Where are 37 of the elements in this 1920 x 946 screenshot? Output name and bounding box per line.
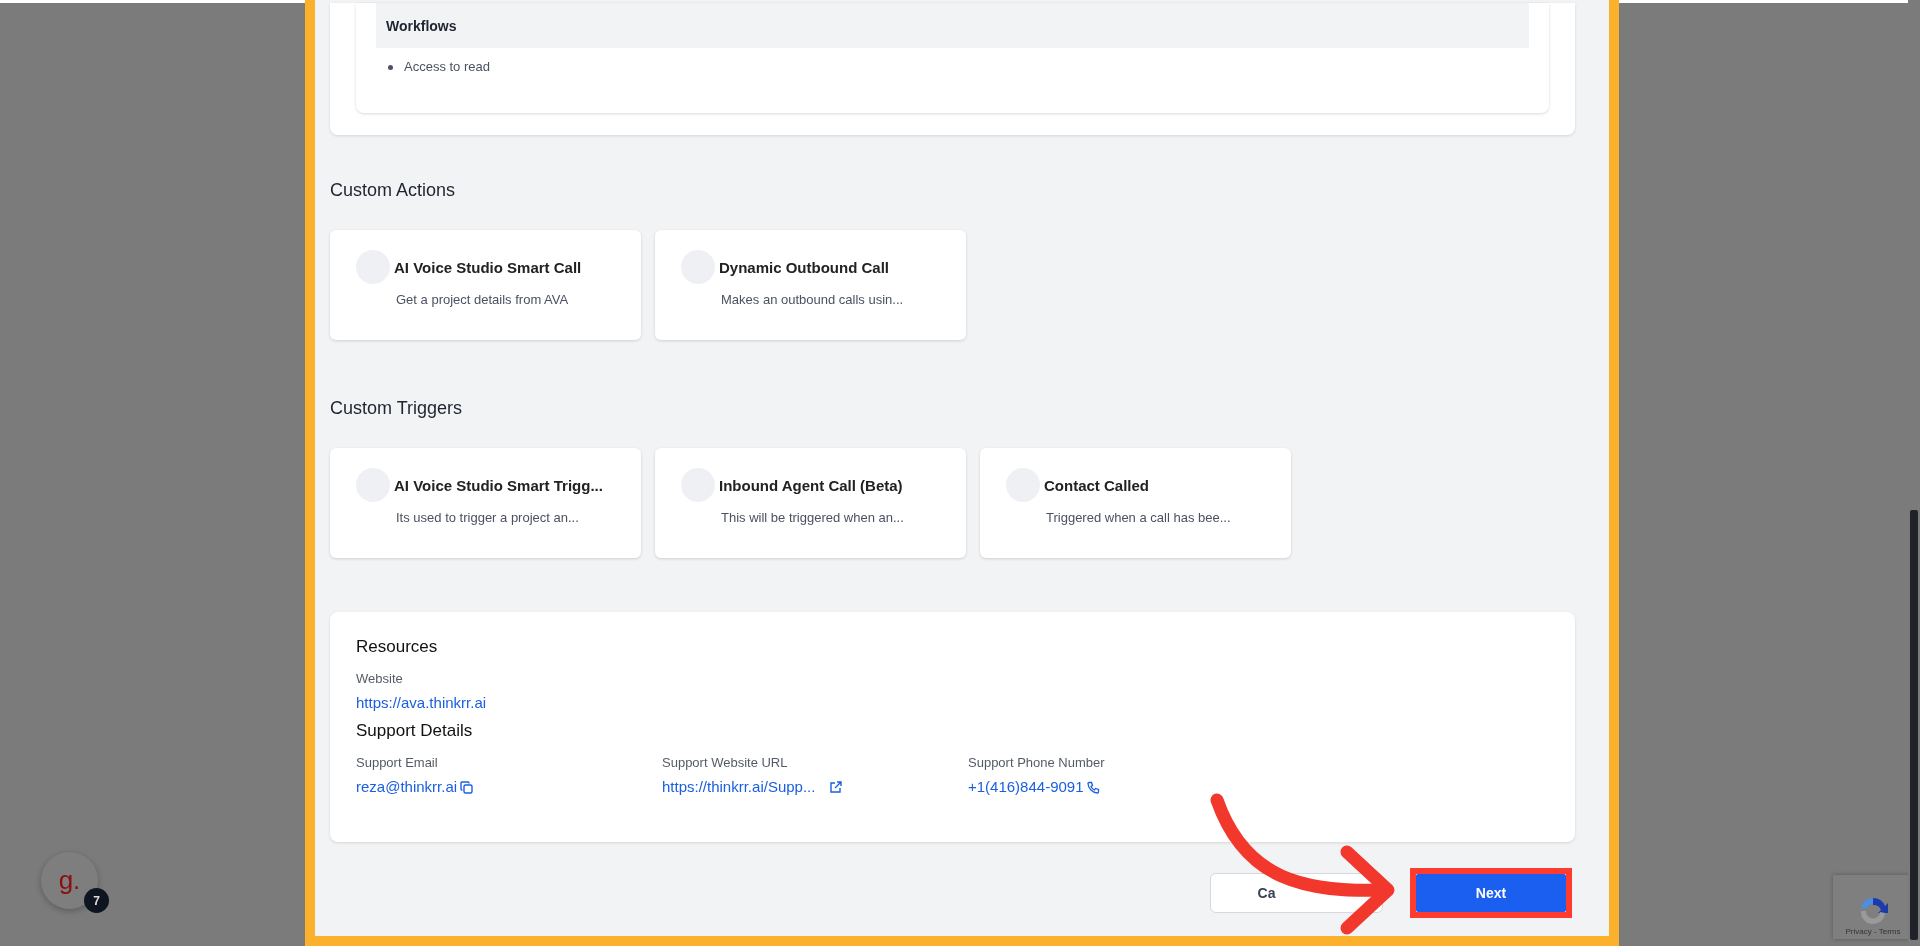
card-title: Inbound Agent Call (Beta) [719,476,903,494]
card-title: Dynamic Outbound Call [719,258,889,276]
copy-icon[interactable] [460,780,474,794]
next-button[interactable]: Next [1416,874,1566,912]
bullet-icon [388,64,393,70]
phone-icon[interactable] [1086,780,1100,794]
field-label: Support Phone Number [968,754,1105,772]
card-title: AI Voice Studio Smart Trigg... [394,476,603,494]
card[interactable]: Dynamic Outbound Call Makes an outbound calls usin... [655,230,966,340]
field-label: Support Website URL [662,754,788,772]
card-description: Makes an outbound calls usin... [721,292,905,307]
section-header: Workflows [376,3,1529,48]
contact-link[interactable]: reza@thinkrr.ai [356,776,458,798]
field-label: Website [356,670,404,688]
card-title: Contact Called [1044,476,1149,494]
card[interactable]: Inbound Agent Call (Beta) This will be triggered when an... [655,448,966,558]
contact-link[interactable]: +1(416)844-9091 [968,776,1084,798]
card[interactable]: AI Voice Studio Smart Call Get a project details from AVA [330,230,641,340]
card-description: Triggered when a call has bee... [1046,510,1232,525]
external-link-icon[interactable] [829,780,843,794]
field-label: Support Email [356,754,438,772]
section-heading: Custom Triggers [330,397,464,420]
notification-badge: 7 [84,888,109,913]
card-description: Get a project details from AVA [396,292,570,307]
card-heading: Support Details [356,720,474,742]
contact-link[interactable]: https://thinkrr.ai/Supp... [662,776,816,798]
scrollbar-thumb[interactable] [1910,510,1918,940]
privacy-terms-text[interactable]: Privacy - Terms [1845,927,1901,936]
section-heading: Custom Actions [330,179,457,202]
card-description: This will be triggered when an... [721,510,905,525]
card[interactable]: Contact Called Triggered when a call has bee... [980,448,1291,558]
card[interactable]: AI Voice Studio Smart Trigg... Its used to trigger a project an... [330,448,641,558]
website-link[interactable]: https://ava.thinkrr.ai [356,692,487,714]
permission-item: Access to read [404,58,490,76]
card-title: AI Voice Studio Smart Call [394,258,582,276]
card-description: Its used to trigger a project an... [396,510,580,525]
card-heading: Resources [356,636,439,658]
